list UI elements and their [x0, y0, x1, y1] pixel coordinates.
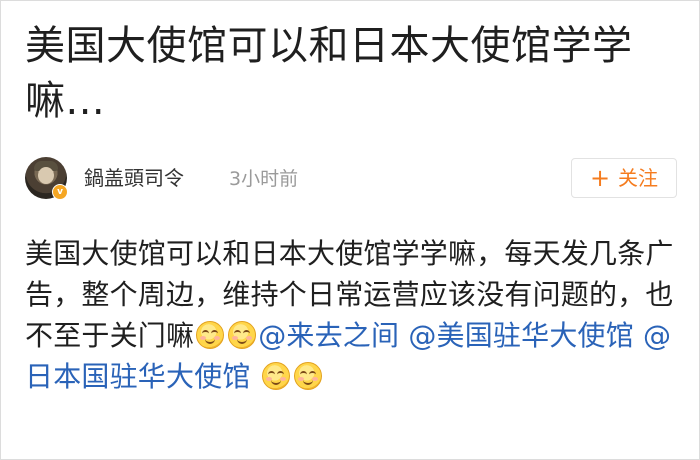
emoji-mouth	[205, 337, 216, 344]
mention-link-us-embassy[interactable]: @美国驻华大使馆	[408, 319, 634, 352]
avatar-face-shape	[38, 167, 54, 184]
emoji-cheek-right	[246, 336, 253, 340]
mention-link-laiqu-zhijian[interactable]: @来去之间	[258, 319, 399, 352]
post-title: 美国大使馆可以和日本大使馆学学嘛...	[25, 23, 633, 124]
post-body: 美国大使馆可以和日本大使馆学学嘛，每天发几条广告，整个周边，维持个日常运营应该没…	[25, 233, 677, 397]
author-name[interactable]: 鍋盖頭司令	[84, 166, 184, 190]
emoji-cheek-right	[214, 336, 221, 340]
follow-button-label: 关注	[618, 166, 659, 190]
plus-icon: +	[589, 164, 611, 192]
smiling-face-emoji-icon	[228, 321, 257, 349]
weibo-post-screenshot: 美国大使馆可以和日本大使馆学学嘛... v 鍋盖頭司令 3小时前 + 关注 美国大…	[0, 0, 700, 460]
smiling-face-emoji-icon	[261, 362, 290, 390]
follow-button[interactable]: + 关注	[571, 158, 677, 198]
emoji-mouth	[237, 337, 248, 344]
smiling-face-emoji-icon	[196, 321, 225, 349]
post-time: 3小时前	[229, 168, 299, 190]
emoji-mouth	[270, 378, 281, 385]
verified-badge-icon: v	[52, 184, 68, 200]
smiling-face-emoji-icon	[293, 362, 322, 390]
emoji-mouth	[302, 378, 313, 385]
post-author-row: v 鍋盖頭司令 3小时前 + 关注	[25, 156, 677, 202]
